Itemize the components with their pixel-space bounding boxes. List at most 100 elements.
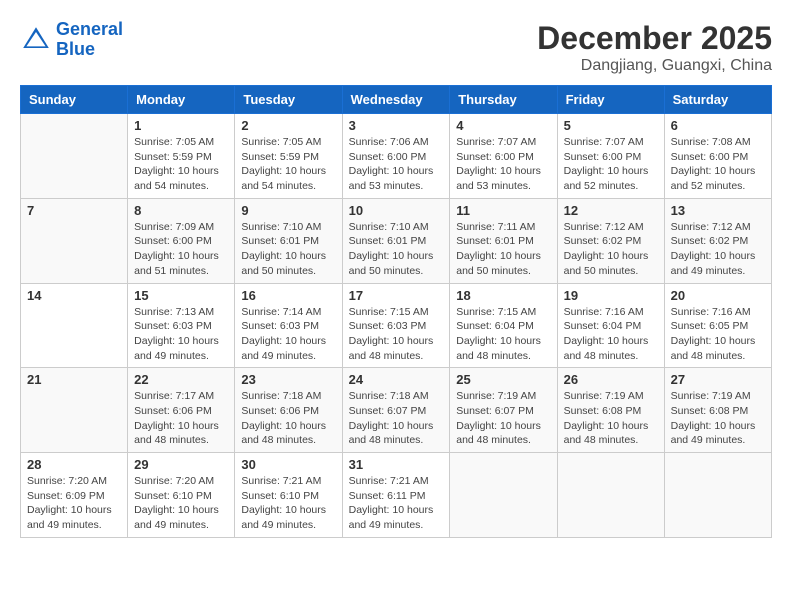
calendar-cell: 11 Sunrise: 7:11 AM Sunset: 6:01 PM Dayli…	[450, 198, 557, 283]
calendar-cell: 9 Sunrise: 7:10 AM Sunset: 6:01 PM Daylig…	[235, 198, 342, 283]
logo: General Blue	[20, 20, 123, 60]
calendar-cell: 27Sunrise: 7:19 AM Sunset: 6:08 PM Dayli…	[664, 368, 771, 453]
calendar-cell: 22 Sunrise: 7:17 AM Sunset: 6:06 PM Dayli…	[128, 368, 235, 453]
day-number: 24	[349, 372, 444, 387]
day-info: Sunrise: 7:05 AM Sunset: 5:59 PM Dayligh…	[134, 135, 228, 194]
day-info: Sunrise: 7:12 AM Sunset: 6:02 PM Dayligh…	[564, 220, 658, 279]
calendar-cell: 4Sunrise: 7:07 AM Sunset: 6:00 PM Daylig…	[450, 114, 557, 199]
logo-line1: General	[56, 19, 123, 39]
day-info: Sunrise: 7:16 AM Sunset: 6:04 PM Dayligh…	[564, 305, 658, 364]
day-info: Sunrise: 7:15 AM Sunset: 6:04 PM Dayligh…	[456, 305, 550, 364]
month-title: December 2025	[537, 20, 772, 57]
calendar-cell: 13 Sunrise: 7:12 AM Sunset: 6:02 PM Dayli…	[664, 198, 771, 283]
calendar-table: SundayMondayTuesdayWednesdayThursdayFrid…	[20, 85, 772, 538]
day-info: Sunrise: 7:12 AM Sunset: 6:02 PM Dayligh…	[671, 220, 765, 279]
calendar-cell: 20 Sunrise: 7:16 AM Sunset: 6:05 PM Dayli…	[664, 283, 771, 368]
day-info: Sunrise: 7:20 AM Sunset: 6:09 PM Dayligh…	[27, 474, 121, 533]
calendar-cell: 19 Sunrise: 7:16 AM Sunset: 6:04 PM Dayli…	[557, 283, 664, 368]
day-info: Sunrise: 7:19 AM Sunset: 6:08 PM Dayligh…	[671, 389, 765, 448]
day-number: 13	[671, 203, 765, 218]
weekday-header: Wednesday	[342, 86, 450, 114]
day-number: 2	[241, 118, 335, 133]
day-info: Sunrise: 7:19 AM Sunset: 6:07 PM Dayligh…	[456, 389, 550, 448]
calendar-cell: 1 Sunrise: 7:05 AM Sunset: 5:59 PM Daylig…	[128, 114, 235, 199]
day-number: 28	[27, 457, 121, 472]
day-number: 20	[671, 288, 765, 303]
day-number: 12	[564, 203, 658, 218]
calendar-cell: 21	[21, 368, 128, 453]
calendar-cell: 10 Sunrise: 7:10 AM Sunset: 6:01 PM Dayli…	[342, 198, 450, 283]
calendar-cell: 28 Sunrise: 7:20 AM Sunset: 6:09 PM Dayli…	[21, 453, 128, 538]
day-number: 11	[456, 203, 550, 218]
day-number: 29	[134, 457, 228, 472]
calendar-week-row: 21 22 Sunrise: 7:17 AM Sunset: 6:06 PM Day…	[21, 368, 772, 453]
day-info: Sunrise: 7:10 AM Sunset: 6:01 PM Dayligh…	[349, 220, 444, 279]
weekday-header: Friday	[557, 86, 664, 114]
day-number: 31	[349, 457, 444, 472]
day-info: Sunrise: 7:13 AM Sunset: 6:03 PM Dayligh…	[134, 305, 228, 364]
calendar-cell: 24 Sunrise: 7:18 AM Sunset: 6:07 PM Dayli…	[342, 368, 450, 453]
weekday-header: Saturday	[664, 86, 771, 114]
calendar-cell	[21, 114, 128, 199]
day-number: 21	[27, 372, 121, 387]
day-number: 19	[564, 288, 658, 303]
day-info: Sunrise: 7:17 AM Sunset: 6:06 PM Dayligh…	[134, 389, 228, 448]
calendar-week-row: 28 Sunrise: 7:20 AM Sunset: 6:09 PM Dayli…	[21, 453, 772, 538]
calendar-cell: 7	[21, 198, 128, 283]
day-info: Sunrise: 7:11 AM Sunset: 6:01 PM Dayligh…	[456, 220, 550, 279]
logo-icon	[20, 24, 52, 56]
day-info: Sunrise: 7:06 AM Sunset: 6:00 PM Dayligh…	[349, 135, 444, 194]
calendar-cell	[557, 453, 664, 538]
day-number: 1	[134, 118, 228, 133]
calendar-cell: 17Sunrise: 7:15 AM Sunset: 6:03 PM Dayli…	[342, 283, 450, 368]
day-info: Sunrise: 7:09 AM Sunset: 6:00 PM Dayligh…	[134, 220, 228, 279]
calendar-header-row: SundayMondayTuesdayWednesdayThursdayFrid…	[21, 86, 772, 114]
day-number: 16	[241, 288, 335, 303]
day-number: 30	[241, 457, 335, 472]
day-number: 5	[564, 118, 658, 133]
calendar-cell: 29Sunrise: 7:20 AM Sunset: 6:10 PM Dayli…	[128, 453, 235, 538]
day-info: Sunrise: 7:19 AM Sunset: 6:08 PM Dayligh…	[564, 389, 658, 448]
day-number: 22	[134, 372, 228, 387]
day-info: Sunrise: 7:21 AM Sunset: 6:11 PM Dayligh…	[349, 474, 444, 533]
page-header: General Blue December 2025 Dangjiang, Gu…	[20, 20, 772, 75]
calendar-cell: 3 Sunrise: 7:06 AM Sunset: 6:00 PM Daylig…	[342, 114, 450, 199]
day-info: Sunrise: 7:15 AM Sunset: 6:03 PM Dayligh…	[349, 305, 444, 364]
calendar-cell: 14	[21, 283, 128, 368]
calendar-cell: 12 Sunrise: 7:12 AM Sunset: 6:02 PM Dayli…	[557, 198, 664, 283]
day-number: 23	[241, 372, 335, 387]
calendar-week-row: 1 Sunrise: 7:05 AM Sunset: 5:59 PM Daylig…	[21, 114, 772, 199]
day-number: 15	[134, 288, 228, 303]
day-number: 3	[349, 118, 444, 133]
calendar-week-row: 14 15 Sunrise: 7:13 AM Sunset: 6:03 PM Day…	[21, 283, 772, 368]
day-number: 6	[671, 118, 765, 133]
day-info: Sunrise: 7:18 AM Sunset: 6:07 PM Dayligh…	[349, 389, 444, 448]
weekday-header: Thursday	[450, 86, 557, 114]
day-number: 4	[456, 118, 550, 133]
day-number: 9	[241, 203, 335, 218]
day-info: Sunrise: 7:10 AM Sunset: 6:01 PM Dayligh…	[241, 220, 335, 279]
day-info: Sunrise: 7:08 AM Sunset: 6:00 PM Dayligh…	[671, 135, 765, 194]
logo-text: General Blue	[56, 20, 123, 60]
calendar-cell: 30 Sunrise: 7:21 AM Sunset: 6:10 PM Dayli…	[235, 453, 342, 538]
calendar-cell: 15 Sunrise: 7:13 AM Sunset: 6:03 PM Dayli…	[128, 283, 235, 368]
day-info: Sunrise: 7:05 AM Sunset: 5:59 PM Dayligh…	[241, 135, 335, 194]
weekday-header: Sunday	[21, 86, 128, 114]
calendar-week-row: 78 Sunrise: 7:09 AM Sunset: 6:00 PM Dayli…	[21, 198, 772, 283]
day-info: Sunrise: 7:21 AM Sunset: 6:10 PM Dayligh…	[241, 474, 335, 533]
calendar-cell: 18Sunrise: 7:15 AM Sunset: 6:04 PM Dayli…	[450, 283, 557, 368]
calendar-cell: 6 Sunrise: 7:08 AM Sunset: 6:00 PM Daylig…	[664, 114, 771, 199]
day-number: 25	[456, 372, 550, 387]
calendar-cell: 5Sunrise: 7:07 AM Sunset: 6:00 PM Daylig…	[557, 114, 664, 199]
day-info: Sunrise: 7:16 AM Sunset: 6:05 PM Dayligh…	[671, 305, 765, 364]
day-number: 14	[27, 288, 121, 303]
calendar-cell: 26 Sunrise: 7:19 AM Sunset: 6:08 PM Dayli…	[557, 368, 664, 453]
day-number: 8	[134, 203, 228, 218]
calendar-cell	[450, 453, 557, 538]
calendar-cell: 8 Sunrise: 7:09 AM Sunset: 6:00 PM Daylig…	[128, 198, 235, 283]
day-info: Sunrise: 7:14 AM Sunset: 6:03 PM Dayligh…	[241, 305, 335, 364]
calendar-cell: 31 Sunrise: 7:21 AM Sunset: 6:11 PM Dayli…	[342, 453, 450, 538]
day-number: 26	[564, 372, 658, 387]
day-info: Sunrise: 7:18 AM Sunset: 6:06 PM Dayligh…	[241, 389, 335, 448]
day-number: 10	[349, 203, 444, 218]
